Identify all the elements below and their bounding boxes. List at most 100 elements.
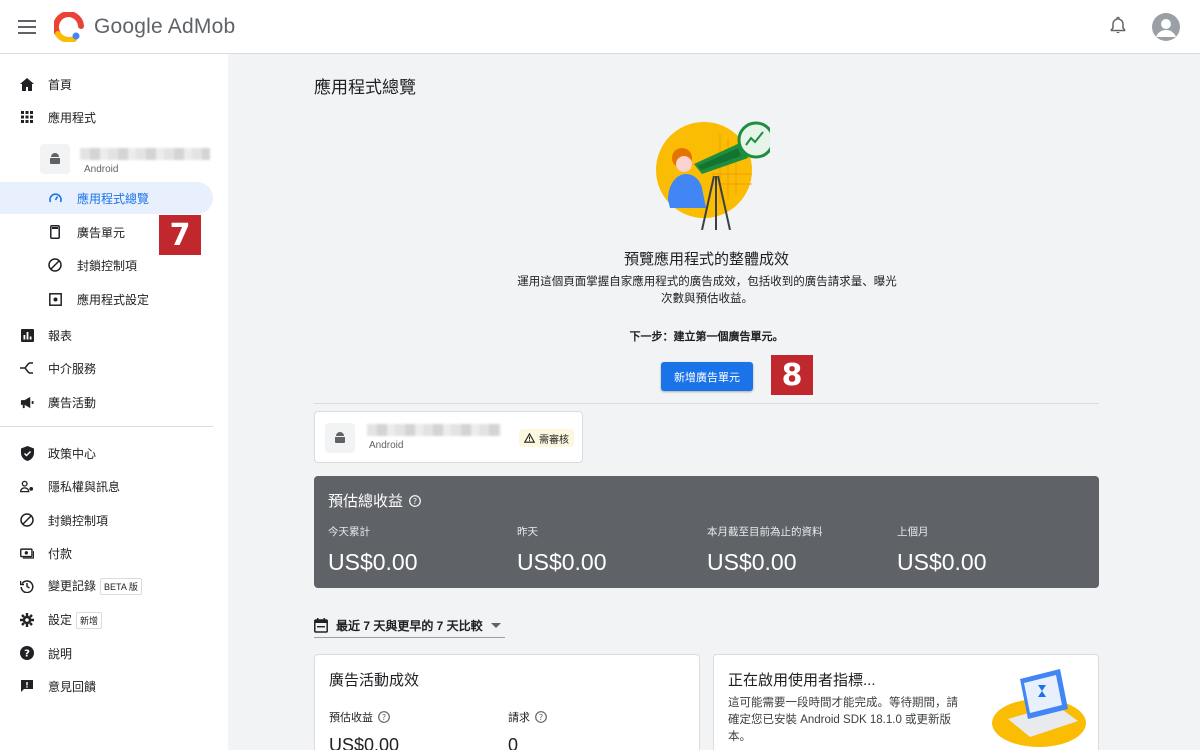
earnings-metric-month-to-date: 本月截至目前為止的資料 US$0.00 xyxy=(707,524,823,576)
app-platform-label: Android xyxy=(84,164,119,175)
nav-mediation-label: 中介服務 xyxy=(48,361,97,376)
calendar-icon xyxy=(314,618,328,633)
earnings-metric-last-month: 上個月 US$0.00 xyxy=(897,524,987,576)
admob-logo-icon xyxy=(54,11,84,42)
review-status-label: 需審核 xyxy=(539,434,569,446)
app-card[interactable]: Android 需審核 xyxy=(314,411,583,463)
nav-apps[interactable]: 應用程式 xyxy=(0,101,213,133)
account-avatar-icon[interactable] xyxy=(1152,13,1180,41)
home-icon xyxy=(20,77,34,91)
help-icon: ? xyxy=(20,646,34,660)
nav-help[interactable]: ? 說明 xyxy=(0,637,213,669)
nav-app-settings[interactable]: 應用程式設定 xyxy=(0,283,213,315)
nav-settings-label: 設定 xyxy=(48,612,73,627)
dropdown-arrow-icon xyxy=(490,622,501,628)
page-title: 應用程式總覽 xyxy=(314,78,416,97)
laptop-hourglass-illustration xyxy=(992,669,1086,747)
app-settings-icon xyxy=(48,292,62,306)
megaphone-icon xyxy=(20,395,34,409)
nav-policy-center-label: 政策中心 xyxy=(48,446,97,461)
add-ad-unit-button[interactable]: 新增廣告單元 xyxy=(661,362,753,391)
metric-value: US$0.00 xyxy=(707,549,797,575)
card-description: 這可能需要一段時間才能完成。等待期間，請確定您已安裝 Android SDK 1… xyxy=(728,697,958,743)
metric-label: 今天累計 xyxy=(328,526,370,538)
estimated-earnings-card: 預估總收益 ? 今天累計 US$0.00 昨天 US$0.00 本月截至目前為止… xyxy=(314,476,1099,588)
card-title: 正在啟用使用者指標... xyxy=(728,672,876,689)
nav-reports[interactable]: 報表 xyxy=(0,319,213,351)
earnings-title: 預估總收益 xyxy=(328,493,404,510)
kpi-value: US$0.00 xyxy=(329,735,400,750)
help-circle-icon[interactable]: ? xyxy=(409,494,421,507)
gauge-icon xyxy=(48,191,62,205)
hamburger-menu-icon[interactable] xyxy=(0,0,54,54)
campaign-performance-card: 廣告活動成效 預估收益 ? US$0.00 請求 ? 0 xyxy=(314,654,700,750)
sidebar-divider xyxy=(0,426,213,427)
svg-text:?: ? xyxy=(539,713,543,722)
kpi-label: 預估收益 xyxy=(329,712,373,724)
nav-payments[interactable]: 付款 xyxy=(0,537,213,569)
nav-help-label: 說明 xyxy=(48,646,73,661)
hero-title: 預覽應用程式的整體成效 xyxy=(623,251,789,268)
phone-icon xyxy=(48,225,62,239)
kpi-label: 請求 xyxy=(508,712,530,724)
person-settings-icon xyxy=(20,479,34,493)
step-8-annotation: 8 xyxy=(771,355,813,395)
help-circle-icon[interactable]: ? xyxy=(535,711,547,723)
review-status-chip[interactable]: 需審核 xyxy=(519,429,574,447)
metric-value: US$0.00 xyxy=(897,549,987,575)
side-navigation: 首頁 應用程式 Android 應用程式總覽 廣告單元 封鎖控制項 應用程式設定… xyxy=(0,54,228,750)
nav-apps-label: 應用程式 xyxy=(48,110,97,125)
nav-reports-label: 報表 xyxy=(48,328,73,343)
nav-change-history-label: 變更記錄 xyxy=(48,578,97,593)
top-app-bar: Google AdMob xyxy=(0,0,1200,54)
metric-value: US$0.00 xyxy=(328,549,418,575)
app-name-redacted xyxy=(80,148,210,160)
warning-icon xyxy=(524,433,535,443)
app-platform-label: Android xyxy=(369,440,404,451)
history-icon xyxy=(20,579,34,593)
android-icon xyxy=(40,144,70,174)
nav-app-overview[interactable]: 應用程式總覽 xyxy=(0,182,213,214)
nav-blocking-controls-label: 封鎖控制項 xyxy=(48,513,109,528)
nav-campaigns[interactable]: 廣告活動 xyxy=(0,386,213,418)
nav-feedback[interactable]: 意見回饋 xyxy=(0,670,213,702)
block-icon xyxy=(20,513,34,527)
app-name-redacted xyxy=(367,424,501,436)
selected-app[interactable]: Android xyxy=(40,144,220,180)
new-badge: 新增 xyxy=(76,612,103,630)
admob-logo[interactable]: Google AdMob xyxy=(54,11,235,42)
nav-mediation[interactable]: 中介服務 xyxy=(0,352,213,384)
nav-settings[interactable]: 設定 新增 xyxy=(0,604,213,636)
hero-description: 運用這個頁面掌握自家應用程式的廣告成效，包括收到的廣告請求量、曝光次數與預估收益… xyxy=(517,276,897,305)
nav-payments-label: 付款 xyxy=(48,546,73,561)
bell-icon[interactable] xyxy=(1110,16,1126,39)
earnings-metric-yesterday: 昨天 US$0.00 xyxy=(517,524,607,576)
svg-text:?: ? xyxy=(382,713,386,722)
nav-ad-units-label: 廣告單元 xyxy=(77,225,126,240)
nav-blocking-controls[interactable]: 封鎖控制項 xyxy=(0,504,213,536)
metric-value: US$0.00 xyxy=(517,549,607,575)
kpi-estimated-earnings: 預估收益 ? xyxy=(329,709,390,725)
payments-icon xyxy=(20,546,34,560)
android-icon xyxy=(325,423,355,453)
date-range-dropdown[interactable]: 最近 7 天與更早的 7 天比較 xyxy=(314,614,505,638)
earnings-metric-today: 今天累計 US$0.00 xyxy=(328,524,418,576)
kpi-value: 0 xyxy=(508,735,519,750)
beta-badge: BETA 版 xyxy=(100,578,142,596)
main-content: 應用程式總覽 預覽應用程式的整體成效 運用這個頁面掌握自家應用程式的廣告成效，包… xyxy=(228,54,1200,750)
shield-icon xyxy=(20,445,34,461)
nav-app-overview-label: 應用程式總覽 xyxy=(77,191,150,206)
step-7-annotation: 7 xyxy=(159,215,201,255)
nav-change-history[interactable]: 變更記錄 BETA 版 xyxy=(0,570,213,602)
mediation-icon xyxy=(20,361,34,375)
nav-policy-center[interactable]: 政策中心 xyxy=(0,437,213,469)
svg-text:?: ? xyxy=(413,497,417,506)
bar-chart-icon xyxy=(20,328,34,342)
date-range-label: 最近 7 天與更早的 7 天比較 xyxy=(336,619,483,633)
user-metrics-card: 正在啟用使用者指標... 這可能需要一段時間才能完成。等待期間，請確定您已安裝 … xyxy=(713,654,1099,750)
nav-privacy-messaging[interactable]: 隱私權與訊息 xyxy=(0,470,213,502)
help-circle-icon[interactable]: ? xyxy=(378,711,390,723)
nav-home[interactable]: 首頁 xyxy=(0,68,213,100)
nav-campaigns-label: 廣告活動 xyxy=(48,395,97,410)
svg-text:?: ? xyxy=(24,649,30,660)
